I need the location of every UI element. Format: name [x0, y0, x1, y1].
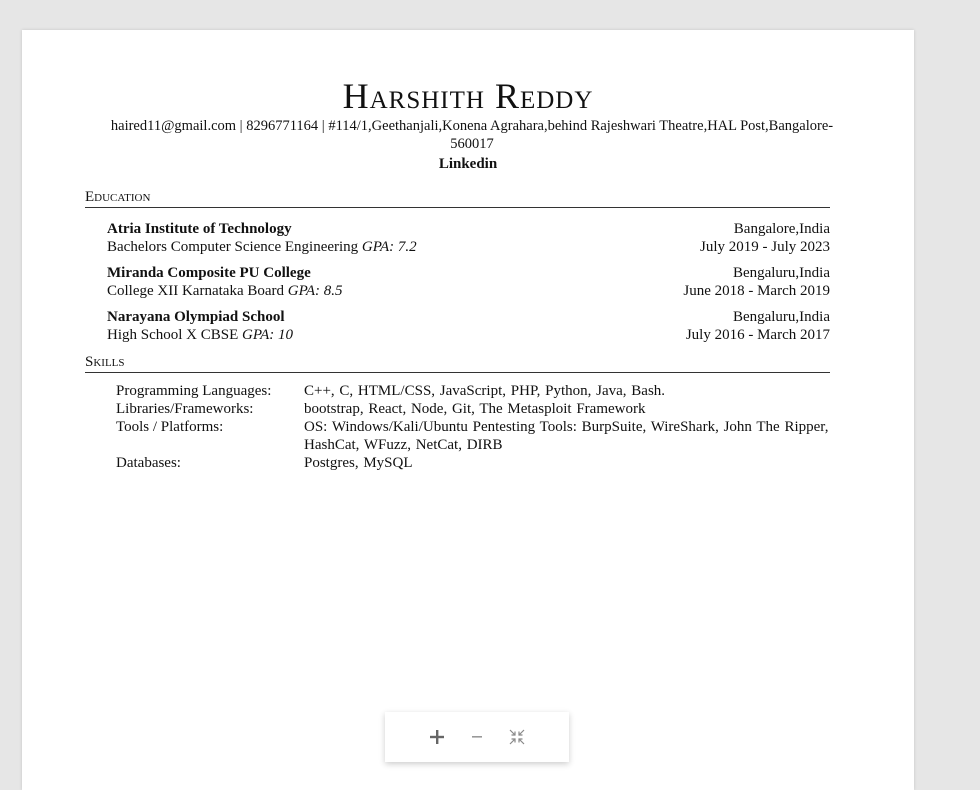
resume-page: Harshith Reddy haired11@gmail.com | 8296… [22, 30, 914, 790]
skill-row: Databases: Postgres, MySQL [116, 454, 836, 472]
gpa: GPA: 8.5 [287, 283, 343, 299]
skill-value: Postgres, MySQL [304, 455, 413, 471]
gpa: GPA: 10 [242, 327, 293, 343]
skill-row: Tools / Platforms: OS: Windows/Kali/Ubun… [116, 418, 836, 454]
school-location: Bangalore,India [733, 221, 830, 237]
education-entry: Miranda Composite PU College Bengaluru,I… [107, 264, 830, 300]
collapse-icon [509, 729, 525, 745]
school-name: Narayana Olympiad School [107, 309, 285, 325]
skill-row: Programming Languages: C++, C, HTML/CSS,… [116, 382, 836, 400]
degree: College XII Karnataka Board [107, 283, 285, 299]
school-name: Miranda Composite PU College [107, 265, 311, 281]
degree: Bachelors Computer Science Engineering [107, 239, 359, 255]
education-entry: Atria Institute of Technology Bangalore,… [107, 220, 830, 256]
linkedin-link[interactable]: Linkedin [22, 156, 914, 173]
skill-value: OS: Windows/Kali/Ubuntu Pentesting Tools… [304, 419, 829, 453]
degree-line: Bachelors Computer Science Engineering G… [107, 238, 417, 256]
contact-info: haired11@gmail.com | 8296771164 | #114/1… [110, 118, 834, 152]
skill-value: bootstrap, React, Node, Git, The Metaspl… [304, 401, 646, 417]
gpa: GPA: 7.2 [361, 239, 417, 255]
school-location: Bengaluru,India [732, 309, 830, 325]
plus-icon [430, 730, 444, 744]
zoom-toolbar [385, 712, 569, 762]
education-entry: Narayana Olympiad School Bengaluru,India… [107, 308, 830, 344]
skills-table: Programming Languages: C++, C, HTML/CSS,… [116, 382, 836, 472]
skill-value: C++, C, HTML/CSS, JavaScript, PHP, Pytho… [304, 383, 666, 399]
skill-row: Libraries/Frameworks: bootstrap, React, … [116, 400, 836, 418]
minus-icon [472, 736, 482, 738]
skill-label: Programming Languages: [116, 383, 272, 399]
skill-label: Tools / Platforms: [116, 419, 224, 435]
degree: High School X CBSE [107, 327, 239, 343]
zoom-out-button[interactable] [468, 728, 486, 746]
school-name: Atria Institute of Technology [107, 221, 292, 237]
resume-name: Harshith Reddy [342, 76, 594, 116]
skill-label: Databases: [116, 455, 181, 471]
education-heading: Education [85, 188, 830, 208]
education-dates: July 2016 - March 2017 [685, 327, 830, 343]
skill-label: Libraries/Frameworks: [116, 401, 254, 417]
skills-heading: Skills [85, 353, 830, 373]
school-location: Bengaluru,India [732, 265, 830, 281]
degree-line: College XII Karnataka Board GPA: 8.5 [107, 282, 343, 300]
fit-page-button[interactable] [508, 728, 526, 746]
education-dates: July 2019 - July 2023 [699, 239, 830, 255]
degree-line: High School X CBSE GPA: 10 [107, 326, 293, 344]
education-dates: June 2018 - March 2019 [683, 283, 830, 299]
zoom-in-button[interactable] [428, 728, 446, 746]
